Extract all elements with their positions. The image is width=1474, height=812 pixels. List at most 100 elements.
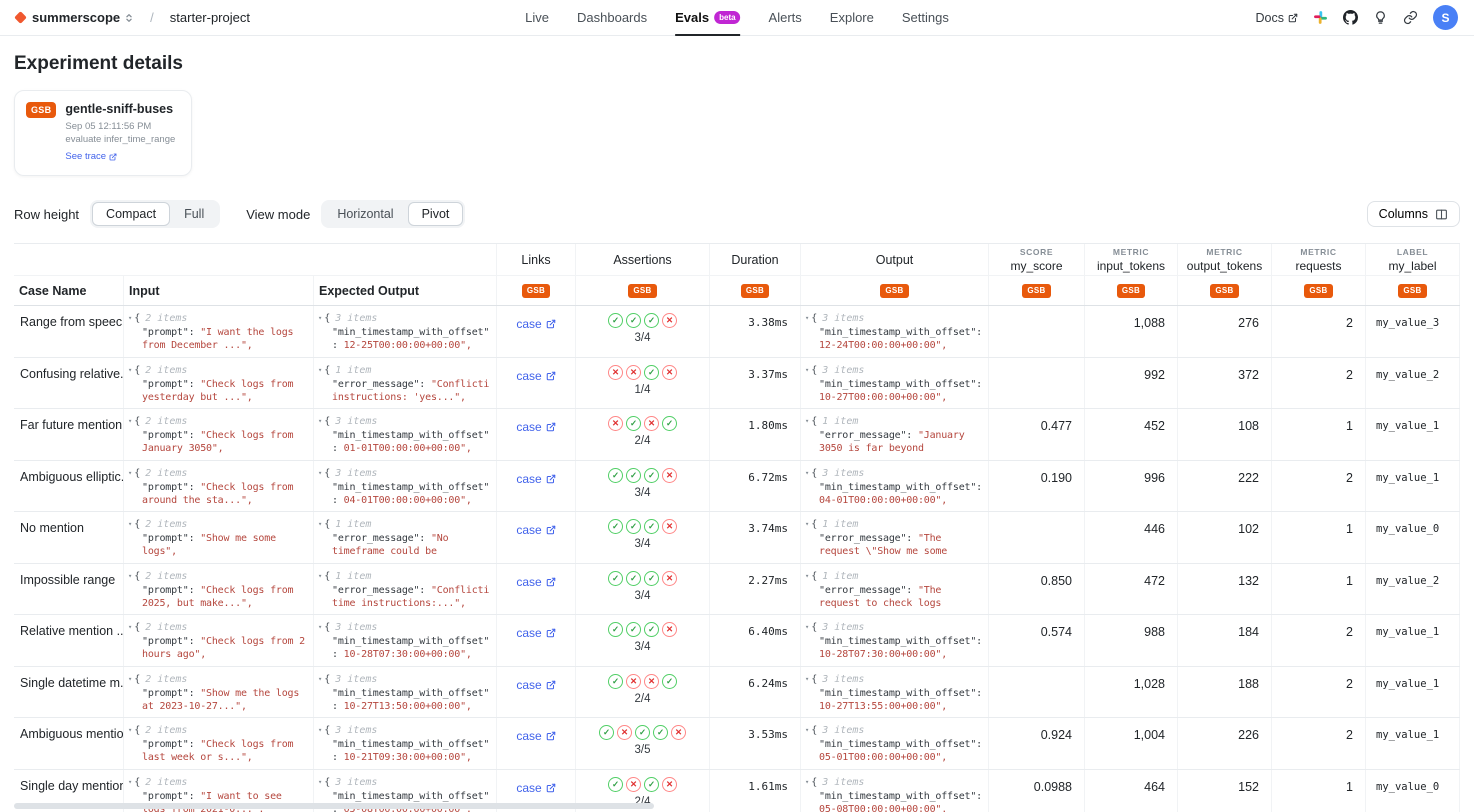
case-link[interactable]: case xyxy=(516,317,555,331)
collapse-icon[interactable]: ▾ xyxy=(318,521,322,528)
link-icon[interactable] xyxy=(1403,10,1418,25)
avatar[interactable]: S xyxy=(1433,5,1458,30)
project-name[interactable]: starter-project xyxy=(170,10,250,25)
collapse-icon[interactable]: ▾ xyxy=(318,727,322,734)
collapse-icon[interactable]: ▾ xyxy=(128,676,132,683)
json-code: "min_timestamp_with_offset": 05-01T00:00… xyxy=(805,738,982,764)
duration-cell: 6.24ms xyxy=(710,667,801,718)
external-link-icon xyxy=(546,731,556,741)
page-body: Experiment details GSB gentle-sniff-buse… xyxy=(0,53,1474,228)
collapse-icon[interactable]: ▾ xyxy=(318,779,322,786)
run-badge: GSB xyxy=(1304,284,1332,298)
case-link[interactable]: case xyxy=(516,523,555,537)
tab-dashboards[interactable]: Dashboards xyxy=(577,0,647,36)
collapse-icon[interactable]: ▾ xyxy=(128,573,132,580)
collapse-icon[interactable]: ▾ xyxy=(128,779,132,786)
tab-evals-label: Evals xyxy=(675,10,709,25)
collapse-icon[interactable]: ▾ xyxy=(318,367,322,374)
collapse-icon[interactable]: ▾ xyxy=(805,315,809,322)
run-badge: GSB xyxy=(628,284,656,298)
score-cell: 0.574 xyxy=(989,615,1085,666)
assertion-fail-icon: ✕ xyxy=(644,674,659,689)
row-height-compact-button[interactable]: Compact xyxy=(92,202,170,226)
collapse-icon[interactable]: ▾ xyxy=(128,727,132,734)
case-link[interactable]: case xyxy=(516,369,555,383)
collapse-icon[interactable]: ▾ xyxy=(805,779,809,786)
case-link-label: case xyxy=(516,420,541,434)
tab-live[interactable]: Live xyxy=(525,0,549,36)
tab-explore[interactable]: Explore xyxy=(830,0,874,36)
collapse-icon[interactable]: ▾ xyxy=(318,573,322,580)
collapse-icon[interactable]: ▾ xyxy=(128,470,132,477)
tab-evals[interactable]: Evals beta xyxy=(675,0,740,36)
json-brace: { xyxy=(324,777,330,788)
table-row: Relative mention ... ▾{2 items "prompt":… xyxy=(14,615,1460,667)
workspace-switcher[interactable]: summerscope xyxy=(32,10,134,25)
assertion-icons: ✓✕✓✓✕ xyxy=(599,725,686,740)
json-code: "min_timestamp_with_offset": 12-24T00:00… xyxy=(805,326,982,352)
assertion-count: 3/4 xyxy=(635,332,651,344)
case-link[interactable]: case xyxy=(516,781,555,795)
tab-alerts[interactable]: Alerts xyxy=(769,0,802,36)
header-metric-output-tokens: METRIC output_tokens xyxy=(1178,244,1272,275)
slack-icon[interactable] xyxy=(1313,10,1328,25)
json-header: ▾{3 items xyxy=(318,415,490,428)
row-height-full-button[interactable]: Full xyxy=(170,202,218,226)
collapse-icon[interactable]: ▾ xyxy=(805,470,809,477)
case-link[interactable]: case xyxy=(516,575,555,589)
output-tokens-cell: 188 xyxy=(1178,667,1272,718)
links-cell: case xyxy=(497,306,576,357)
collapse-icon[interactable]: ▾ xyxy=(805,676,809,683)
header-output: Output xyxy=(801,244,989,275)
collapse-icon[interactable]: ▾ xyxy=(318,315,322,322)
table-row: Far future mention ▾{2 items "prompt": "… xyxy=(14,409,1460,461)
case-link[interactable]: case xyxy=(516,472,555,486)
horizontal-scrollbar[interactable] xyxy=(14,803,654,809)
column-run-badge: GSB xyxy=(710,276,801,305)
label-cell: my_value_1 xyxy=(1366,667,1460,718)
collapse-icon[interactable]: ▾ xyxy=(128,315,132,322)
assertion-count: 2/4 xyxy=(635,693,651,705)
tab-settings[interactable]: Settings xyxy=(902,0,949,36)
items-count: 2 items xyxy=(145,519,187,530)
json-header: ▾{3 items xyxy=(318,621,490,634)
collapse-icon[interactable]: ▾ xyxy=(805,624,809,631)
collapse-icon[interactable]: ▾ xyxy=(318,624,322,631)
case-link[interactable]: case xyxy=(516,420,555,434)
view-mode-pivot-button[interactable]: Pivot xyxy=(408,202,464,226)
collapse-icon[interactable]: ▾ xyxy=(805,521,809,528)
lightbulb-icon[interactable] xyxy=(1373,10,1388,25)
case-link[interactable]: case xyxy=(516,626,555,640)
breadcrumb: summerscope / starter-project xyxy=(16,10,250,25)
assertion-pass-icon: ✓ xyxy=(644,365,659,380)
collapse-icon[interactable]: ▾ xyxy=(318,676,322,683)
collapse-icon[interactable]: ▾ xyxy=(318,418,322,425)
view-mode-horizontal-button[interactable]: Horizontal xyxy=(323,202,407,226)
column-run-badge: GSB xyxy=(1272,276,1366,305)
see-trace-link[interactable]: See trace xyxy=(65,151,117,162)
json-code: "min_timestamp_with_offset": 10-27T13:55… xyxy=(805,687,982,713)
collapse-icon[interactable]: ▾ xyxy=(128,521,132,528)
collapse-icon[interactable]: ▾ xyxy=(318,470,322,477)
collapse-icon[interactable]: ▾ xyxy=(805,418,809,425)
github-icon[interactable] xyxy=(1343,10,1358,25)
expected-cell: ▾{3 items "min_timestamp_with_offset": 1… xyxy=(314,718,497,769)
header-input: Input xyxy=(124,276,314,305)
collapse-icon[interactable]: ▾ xyxy=(805,367,809,374)
duration-cell: 3.53ms xyxy=(710,718,801,769)
collapse-icon[interactable]: ▾ xyxy=(128,418,132,425)
columns-button[interactable]: Columns xyxy=(1367,201,1460,227)
table-row: Ambiguous elliptic... ▾{2 items "prompt"… xyxy=(14,461,1460,513)
items-count: 3 items xyxy=(822,468,864,479)
case-link[interactable]: case xyxy=(516,729,555,743)
links-cell: case xyxy=(497,512,576,563)
collapse-icon[interactable]: ▾ xyxy=(128,624,132,631)
case-link[interactable]: case xyxy=(516,678,555,692)
collapse-icon[interactable]: ▾ xyxy=(805,573,809,580)
collapse-icon[interactable]: ▾ xyxy=(128,367,132,374)
score-cell: 0.477 xyxy=(989,409,1085,460)
input-cell: ▾{2 items "prompt": "Check logs from las… xyxy=(124,718,314,769)
docs-link[interactable]: Docs xyxy=(1256,11,1298,25)
items-count: 2 items xyxy=(145,571,187,582)
collapse-icon[interactable]: ▾ xyxy=(805,727,809,734)
